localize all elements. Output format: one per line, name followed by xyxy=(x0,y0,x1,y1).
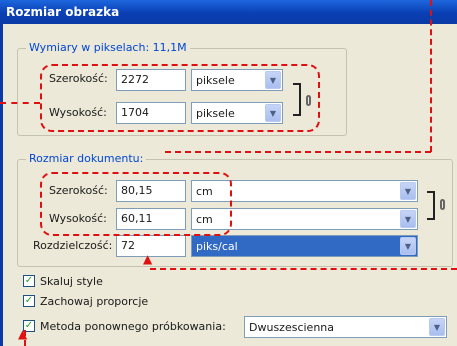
document-link-bracket xyxy=(427,191,435,220)
constrain-proportions-label: Zachowaj proporcje xyxy=(40,295,149,308)
constrain-proportions-checkbox[interactable]: ✓ xyxy=(23,295,35,307)
resample-label: Metoda ponownego próbkowania: xyxy=(40,320,226,333)
chevron-down-icon: ▼ xyxy=(400,237,416,255)
resolution-unit-value: piks/cal xyxy=(196,240,238,253)
window-title: Rozmiar obrazka xyxy=(0,0,457,24)
chevron-down-icon: ▼ xyxy=(400,210,416,228)
annotation-connector-resolution xyxy=(150,268,457,270)
scale-styles-label: Skaluj style xyxy=(40,275,103,288)
annotation-arrow-icon: ▲ xyxy=(143,252,153,266)
chevron-down-icon: ▼ xyxy=(429,318,445,336)
annotation-pixel-box xyxy=(40,64,320,132)
resample-method-select[interactable]: Dwuszescienna ▼ xyxy=(244,316,447,338)
document-size-legend: Rozmiar dokumentu: xyxy=(26,152,147,165)
annotation-connector-top xyxy=(430,0,432,152)
chain-link-icon xyxy=(440,199,445,210)
resample-method-value: Dwuszescienna xyxy=(249,321,334,334)
annotation-connector-doc xyxy=(165,151,431,153)
resolution-unit-select[interactable]: piks/cal ▼ xyxy=(191,235,418,257)
annotation-connector-left xyxy=(0,102,40,104)
annotation-arrow-icon: ▲ xyxy=(18,327,28,341)
chevron-down-icon: ▼ xyxy=(400,182,416,200)
resolution-label: Rozdzielczość: xyxy=(33,239,113,252)
annotation-document-box xyxy=(40,172,232,236)
scale-styles-checkbox[interactable]: ✓ xyxy=(23,275,35,287)
pixel-dimensions-legend: Wymiary w pikselach: 11,1M xyxy=(26,41,190,54)
